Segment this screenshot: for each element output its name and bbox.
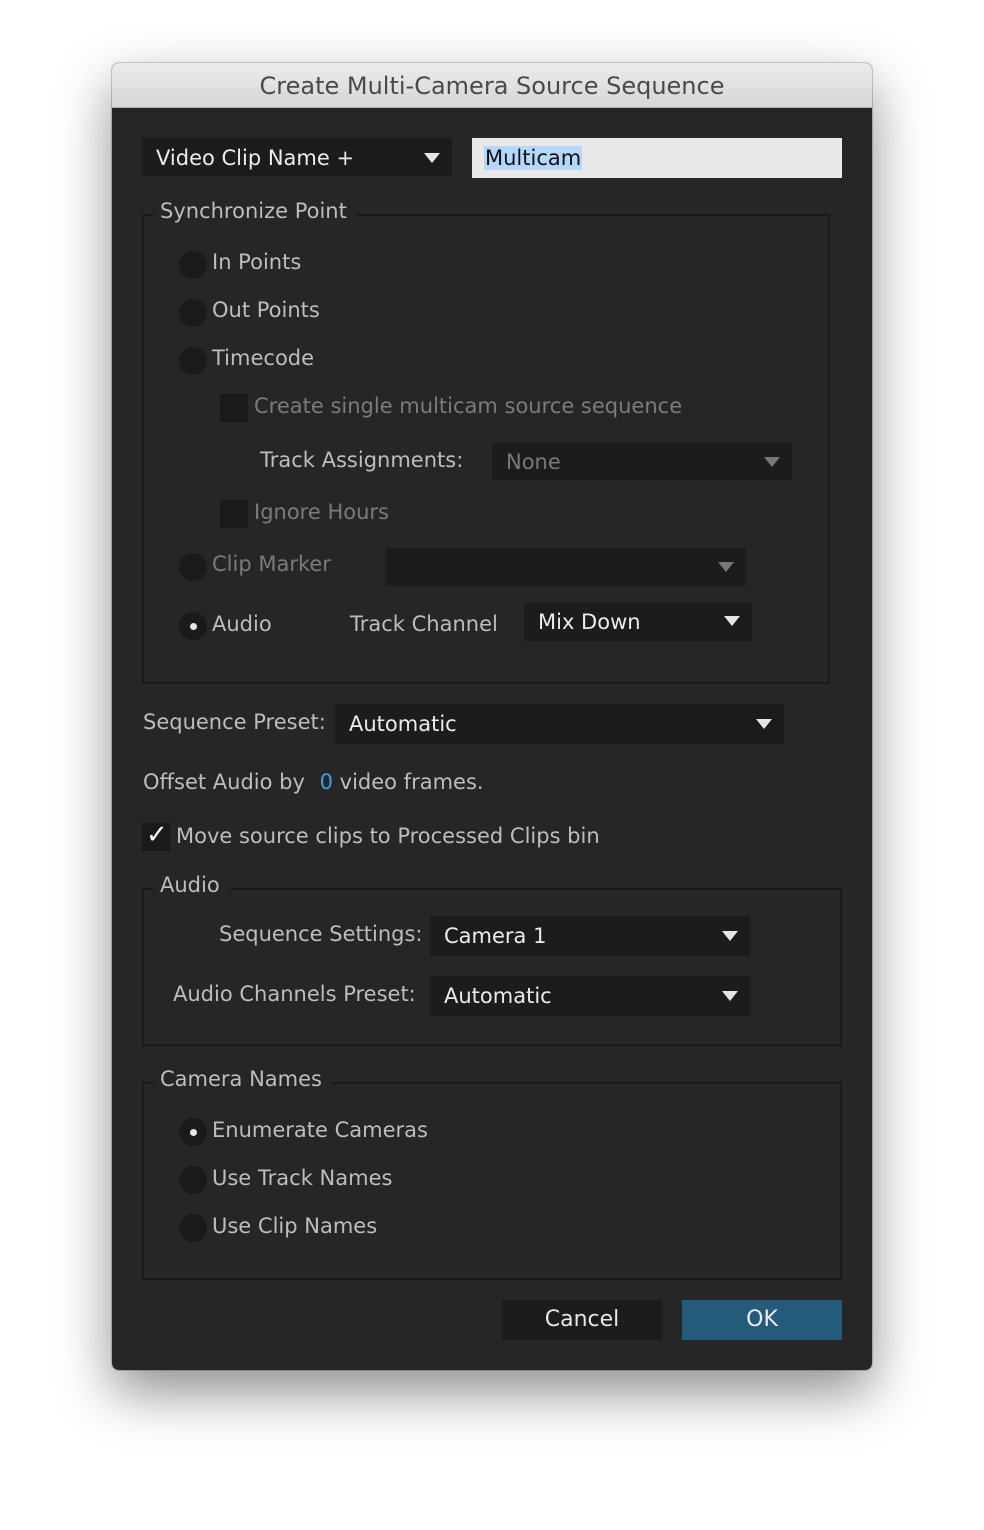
camera-names-legend: Camera Names	[154, 1067, 332, 1091]
window-title: Create Multi-Camera Source Sequence	[112, 63, 872, 108]
sequence-name-input[interactable]: Multicam	[472, 138, 842, 178]
radio-out-points[interactable]	[179, 299, 207, 327]
radio-use-track-names[interactable]	[179, 1166, 207, 1194]
cancel-button[interactable]: Cancel	[502, 1300, 662, 1340]
offset-audio-row: Offset Audio by 0 video frames.	[143, 770, 484, 794]
audio-group-legend: Audio	[154, 873, 230, 897]
radio-enumerate-cameras-label[interactable]: Enumerate Cameras	[212, 1118, 428, 1142]
radio-in-points-label[interactable]: In Points	[212, 250, 301, 274]
radio-use-clip-names[interactable]	[179, 1214, 207, 1242]
radio-in-points[interactable]	[179, 251, 207, 279]
chevron-down-icon	[718, 562, 734, 572]
radio-enumerate-cameras[interactable]	[179, 1118, 207, 1146]
clip-marker-dropdown[interactable]	[386, 548, 746, 586]
chevron-down-icon	[722, 931, 738, 941]
chevron-down-icon	[424, 153, 440, 163]
radio-clip-marker-label[interactable]: Clip Marker	[212, 552, 331, 576]
dialog-window: Create Multi-Camera Source Sequence Vide…	[112, 63, 872, 1370]
radio-selected-dot	[190, 623, 197, 630]
radio-use-clip-names-label[interactable]: Use Clip Names	[212, 1214, 377, 1238]
sequence-settings-value: Camera 1	[444, 924, 547, 948]
track-assignments-value: None	[506, 450, 561, 474]
chevron-down-icon	[724, 616, 740, 626]
radio-use-track-names-label[interactable]: Use Track Names	[212, 1166, 392, 1190]
audio-channels-preset-label: Audio Channels Preset:	[173, 982, 416, 1006]
sequence-settings-dropdown[interactable]: Camera 1	[430, 916, 750, 956]
radio-selected-dot	[190, 1129, 197, 1136]
track-channel-value: Mix Down	[538, 610, 641, 634]
sequence-preset-dropdown[interactable]: Automatic	[335, 704, 784, 744]
chevron-down-icon	[722, 991, 738, 1001]
ignore-hours-checkbox[interactable]	[220, 500, 248, 528]
create-single-label[interactable]: Create single multicam source sequence	[254, 394, 682, 418]
sync-point-legend: Synchronize Point	[154, 199, 357, 223]
offset-audio-suffix: video frames.	[339, 770, 484, 794]
name-mode-value: Video Clip Name +	[156, 146, 355, 170]
audio-channels-preset-value: Automatic	[444, 984, 552, 1008]
track-channel-dropdown[interactable]: Mix Down	[524, 603, 752, 641]
offset-audio-value[interactable]: 0	[320, 770, 333, 794]
audio-group	[142, 888, 842, 1046]
sequence-name-value: Multicam	[484, 146, 583, 170]
ok-button[interactable]: OK	[682, 1300, 842, 1340]
radio-audio-label[interactable]: Audio	[212, 612, 272, 636]
move-clips-checkbox[interactable]: ✓	[142, 820, 170, 851]
sequence-preset-value: Automatic	[349, 712, 457, 736]
chevron-down-icon	[764, 457, 780, 467]
track-assignments-label: Track Assignments:	[260, 448, 464, 472]
radio-timecode-label[interactable]: Timecode	[212, 346, 314, 370]
sequence-preset-label: Sequence Preset:	[143, 710, 326, 734]
checkmark-icon: ✓	[146, 820, 168, 850]
audio-channels-preset-dropdown[interactable]: Automatic	[430, 976, 750, 1016]
create-single-checkbox[interactable]	[220, 394, 248, 422]
radio-audio[interactable]	[179, 612, 207, 640]
track-channel-label: Track Channel	[350, 612, 498, 636]
radio-out-points-label[interactable]: Out Points	[212, 298, 320, 322]
track-assignments-dropdown[interactable]: None	[492, 443, 792, 480]
offset-audio-prefix: Offset Audio by	[143, 770, 305, 794]
radio-clip-marker[interactable]	[179, 553, 207, 581]
ignore-hours-label[interactable]: Ignore Hours	[254, 500, 389, 524]
sequence-settings-label: Sequence Settings:	[219, 922, 423, 946]
move-clips-label[interactable]: Move source clips to Processed Clips bin	[176, 824, 600, 848]
name-mode-dropdown[interactable]: Video Clip Name +	[142, 138, 452, 176]
radio-timecode[interactable]	[179, 347, 207, 375]
chevron-down-icon	[756, 719, 772, 729]
